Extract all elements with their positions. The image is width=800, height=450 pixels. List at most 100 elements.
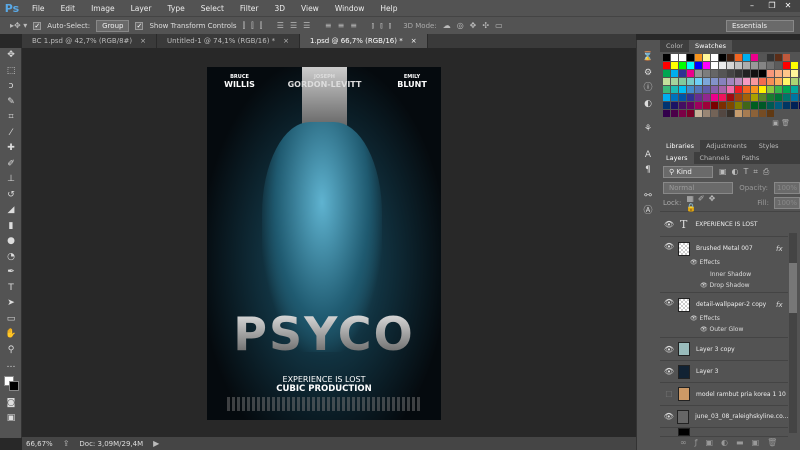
swatch[interactable] (759, 86, 766, 93)
swatches-grid[interactable] (660, 52, 800, 119)
swatch[interactable] (783, 94, 790, 101)
swatch[interactable] (743, 110, 750, 117)
tab-swatches[interactable]: Swatches (688, 40, 733, 52)
swatch[interactable] (751, 78, 758, 85)
marquee-tool-icon[interactable]: ⬚ (0, 64, 22, 80)
status-menu-arrow-icon[interactable]: ▶ (153, 439, 159, 448)
swatch[interactable] (719, 54, 726, 61)
visibility-eye-icon[interactable]: 👁 (660, 412, 677, 421)
close-window-button[interactable]: ✕ (776, 0, 800, 12)
swatch[interactable] (711, 102, 718, 109)
tab-1psd[interactable]: 1.psd @ 66,7% (RGB/16) * × (300, 34, 428, 48)
menu-edit[interactable]: Edit (53, 4, 84, 13)
swatch[interactable] (751, 110, 758, 117)
3d-mode-icons[interactable]: ☁◎✥✣▭ (443, 21, 509, 30)
swatch[interactable] (783, 54, 790, 61)
swatch[interactable] (687, 94, 694, 101)
align-icons[interactable]: ⫿⫿⫿ ☰☰☰ ≡≡≡ ⫾⫾⫾ (243, 21, 398, 31)
menu-3d[interactable]: 3D (266, 4, 293, 13)
swatch[interactable] (759, 78, 766, 85)
swatch[interactable] (751, 94, 758, 101)
swatch[interactable] (727, 94, 734, 101)
healing-tool-icon[interactable]: ✚ (0, 141, 22, 157)
share-icon[interactable]: ⇪ (63, 439, 70, 448)
swatch[interactable] (679, 62, 686, 69)
swatch[interactable] (695, 110, 702, 117)
close-tab-icon[interactable]: × (283, 37, 289, 45)
blur-tool-icon[interactable]: ● (0, 234, 22, 250)
effects-row[interactable]: 👁 Effects (690, 259, 720, 266)
eraser-tool-icon[interactable]: ◢ (0, 203, 22, 219)
history-brush-icon[interactable]: ↺ (0, 188, 22, 204)
visibility-eye-icon[interactable]: 👁 (660, 242, 678, 251)
swatch[interactable] (687, 62, 694, 69)
swatch[interactable] (671, 70, 678, 77)
dodge-tool-icon[interactable]: ◔ (0, 250, 22, 266)
layer-row[interactable]: 👁 Layer 3 (660, 361, 788, 383)
swatch[interactable] (687, 102, 694, 109)
swatch[interactable] (775, 94, 782, 101)
effect-drop-shadow[interactable]: 👁 Drop Shadow (700, 282, 750, 289)
swatch[interactable] (735, 78, 742, 85)
swatch[interactable] (727, 78, 734, 85)
swatch[interactable] (679, 102, 686, 109)
swatch[interactable] (775, 70, 782, 77)
swatch[interactable] (687, 70, 694, 77)
swatch[interactable] (783, 86, 790, 93)
swatch[interactable] (671, 110, 678, 117)
swatch[interactable] (727, 54, 734, 61)
tab-color[interactable]: Color (660, 40, 689, 52)
swatch[interactable] (743, 70, 750, 77)
fill-field[interactable]: 100% (773, 197, 800, 209)
clone-source-icon[interactable]: ⚯ (637, 189, 659, 205)
quick-select-tool-icon[interactable]: ✎ (0, 95, 22, 111)
swatch[interactable] (735, 102, 742, 109)
layers-scrollbar[interactable] (789, 233, 797, 433)
swatch[interactable] (751, 54, 758, 61)
delete-swatch-icon[interactable]: 🗑 (781, 119, 790, 127)
zoom-tool-icon[interactable]: ⚲ (0, 343, 22, 359)
layer-filter-kind[interactable]: ⚲ Kind (663, 166, 713, 178)
layer-row[interactable]: 👁 detail-wallpaper-2 copy fx 👁 Effects 👁 O… (660, 293, 788, 338)
swatch[interactable] (791, 62, 798, 69)
swatch[interactable] (743, 94, 750, 101)
pen-tool-icon[interactable]: ✒ (0, 265, 22, 281)
swatch[interactable] (711, 78, 718, 85)
visibility-eye-icon[interactable]: 👁 (660, 367, 678, 376)
menu-image[interactable]: Image (83, 4, 123, 13)
swatch[interactable] (791, 94, 798, 101)
swatch[interactable] (687, 78, 694, 85)
tab-adjustments[interactable]: Adjustments (700, 140, 753, 152)
swatch[interactable] (695, 70, 702, 77)
swatch[interactable] (735, 62, 742, 69)
swatch[interactable] (759, 94, 766, 101)
swatch[interactable] (775, 110, 782, 117)
swatch[interactable] (735, 86, 742, 93)
swatch[interactable] (791, 102, 798, 109)
swatch[interactable] (743, 78, 750, 85)
layer-row[interactable]: 👁 june_03_08_raleighskyline.co... (660, 406, 788, 428)
swatch[interactable] (671, 78, 678, 85)
swatch[interactable] (743, 54, 750, 61)
swatch[interactable] (735, 70, 742, 77)
close-tab-icon[interactable]: × (140, 37, 146, 45)
swatch[interactable] (727, 62, 734, 69)
swatch[interactable] (727, 70, 734, 77)
swatch[interactable] (783, 78, 790, 85)
swatch[interactable] (727, 86, 734, 93)
lock-icons[interactable]: ▦✐✥🔒 (686, 194, 730, 212)
path-select-icon[interactable]: ➤ (0, 296, 22, 312)
glyphs-icon[interactable]: Ⓐ (637, 204, 659, 220)
more-tools-icon[interactable]: … (0, 358, 22, 374)
properties-icon[interactable]: ⚙ (637, 66, 659, 82)
swatch[interactable] (671, 86, 678, 93)
show-transform-checkbox[interactable]: ✓ (135, 21, 144, 30)
effect-inner-shadow[interactable]: Inner Shadow (710, 271, 751, 278)
swatch[interactable] (687, 54, 694, 61)
swatch[interactable] (703, 102, 710, 109)
zoom-level[interactable]: 66,67% (26, 440, 53, 448)
swatch[interactable] (767, 102, 774, 109)
swatch[interactable] (711, 54, 718, 61)
swatch[interactable] (695, 86, 702, 93)
tab-bc1[interactable]: BC 1.psd @ 42,7% (RGB/8#) × (22, 34, 158, 48)
